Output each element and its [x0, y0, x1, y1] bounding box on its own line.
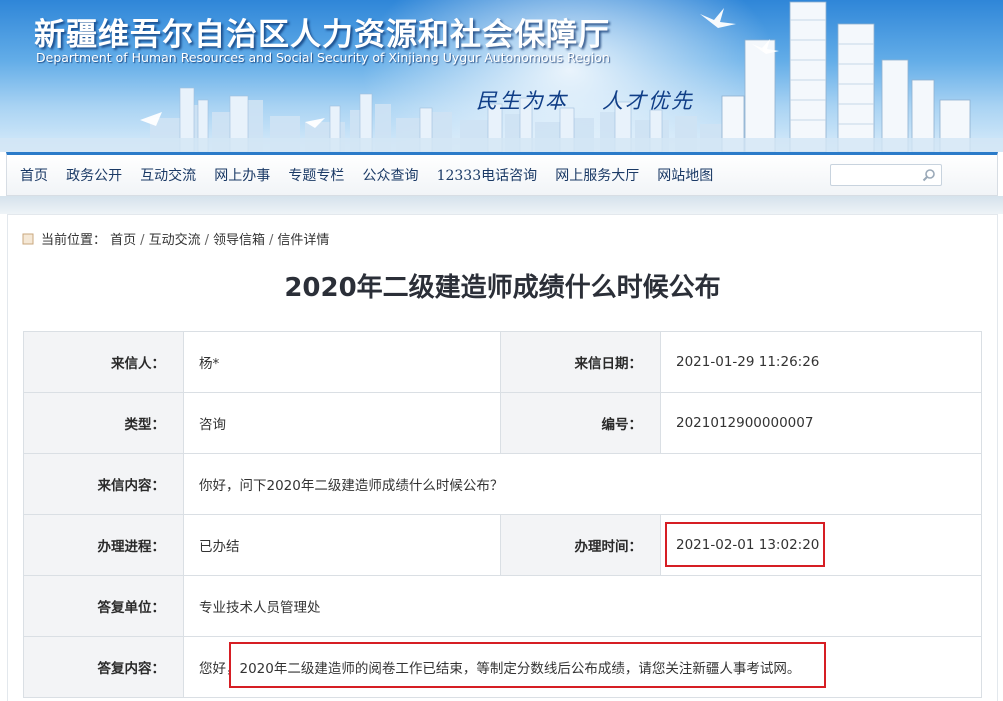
content-label: 来信内容：	[23, 453, 184, 515]
nav-item-gov-affairs[interactable]: 政务公开	[66, 165, 122, 185]
location-icon	[22, 233, 34, 245]
table-row: 答复单位： 专业技术人员管理处	[23, 575, 982, 637]
nav-item-online-service[interactable]: 网上办事	[214, 165, 270, 185]
reply-unit-value: 专业技术人员管理处	[183, 575, 982, 637]
nav-item-sitemap[interactable]: 网站地图	[657, 165, 713, 185]
number-value: 2021012900000007	[660, 392, 982, 454]
search-icon[interactable]	[922, 168, 936, 182]
letter-title: 2020年二级建造师成绩什么时候公布	[284, 273, 721, 303]
breadcrumb-mailbox[interactable]: 领导信箱	[213, 233, 265, 248]
site-banner: 新疆维吾尔自治区人力资源和社会保障厅 Department of Human R…	[0, 0, 1003, 152]
breadcrumb-home[interactable]: 首页	[110, 233, 136, 248]
search-input[interactable]	[831, 166, 915, 186]
progress-label: 办理进程：	[23, 514, 184, 576]
site-slogan: 民生为本 人才优先	[476, 85, 694, 115]
table-row: 类型： 咨询 编号： 2021012900000007	[23, 392, 982, 454]
table-row: 办理进程： 已办结 办理时间： 2021-02-01 13:02:20	[23, 514, 982, 576]
breadcrumb-prefix: 当前位置：	[41, 233, 107, 248]
nav-item-12333[interactable]: 12333电话咨询	[437, 165, 538, 185]
sender-value: 杨*	[183, 331, 501, 393]
reply-unit-label: 答复单位：	[23, 575, 184, 637]
main-nav: 首页 政务公开 互动交流 网上办事 专题专栏 公众查询 12333电话咨询 网上…	[6, 152, 998, 196]
number-label: 编号：	[500, 392, 661, 454]
nav-item-topics[interactable]: 专题专栏	[288, 165, 344, 185]
slogan-left: 民生为本	[476, 89, 568, 113]
reply-label: 答复内容：	[23, 636, 184, 698]
nav-item-interaction[interactable]: 互动交流	[140, 165, 196, 185]
nav-item-home[interactable]: 首页	[20, 165, 48, 185]
breadcrumb-interaction[interactable]: 互动交流	[149, 233, 201, 248]
table-row: 来信人： 杨* 来信日期： 2021-01-29 11:26:26	[23, 331, 982, 393]
nav-item-public-query[interactable]: 公众查询	[362, 165, 418, 185]
date-label: 来信日期：	[500, 331, 661, 393]
breadcrumb: 当前位置： 首页 / 互动交流 / 领导信箱 / 信件详情	[22, 229, 329, 248]
breadcrumb-current: 信件详情	[277, 233, 330, 248]
type-label: 类型：	[23, 392, 184, 454]
date-value: 2021-01-29 11:26:26	[660, 331, 982, 393]
progress-value: 已办结	[183, 514, 501, 576]
highlight-box-handled-time	[665, 522, 825, 567]
sender-label: 来信人：	[23, 331, 184, 393]
table-row: 来信内容： 你好，问下2020年二级建造师成绩什么时候公布？	[23, 453, 982, 515]
main-content: 当前位置： 首页 / 互动交流 / 领导信箱 / 信件详情 2020年二级建造师成绩什么时候…	[7, 214, 998, 701]
site-title: 新疆维吾尔自治区人力资源和社会保障厅	[34, 17, 610, 53]
search-box	[830, 164, 942, 186]
slogan-right: 人才优先	[602, 89, 694, 113]
type-value: 咨询	[183, 392, 501, 454]
site-title-english: Department of Human Resources and Social…	[36, 50, 610, 65]
handled-time-label: 办理时间：	[500, 514, 661, 576]
content-value: 你好，问下2020年二级建造师成绩什么时候公布？	[183, 453, 982, 515]
highlight-box-reply	[229, 642, 826, 688]
page: 新疆维吾尔自治区人力资源和社会保障厅 Department of Human R…	[0, 0, 1003, 701]
nav-item-service-hall[interactable]: 网上服务大厅	[555, 165, 639, 185]
